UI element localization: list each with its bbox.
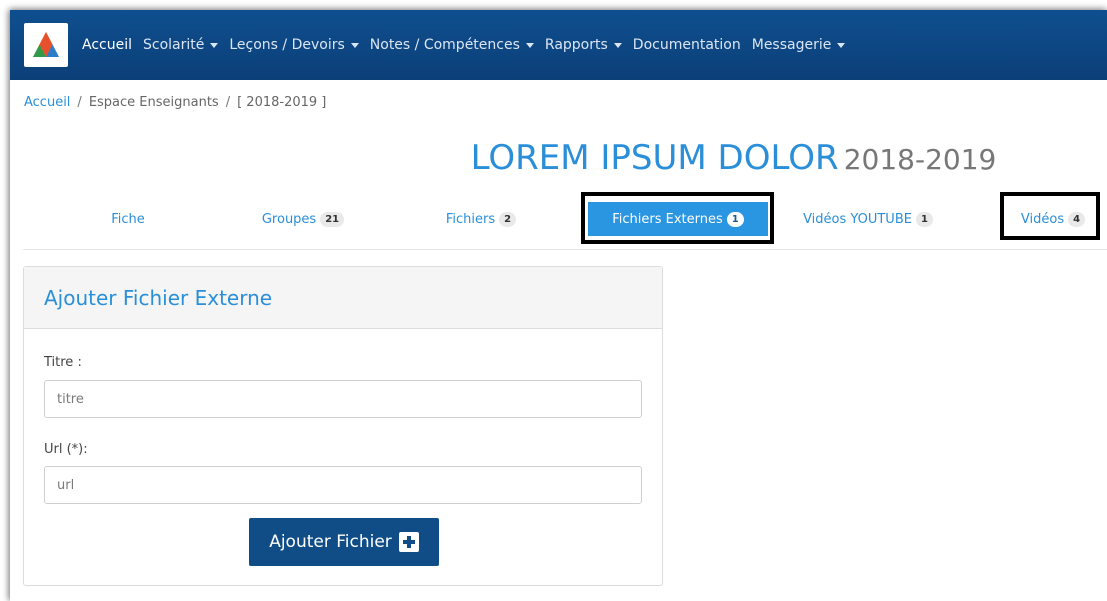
breadcrumb-separator: /	[77, 95, 82, 110]
caret-down-icon	[210, 42, 219, 48]
page-title: LOREM IPSUM DOLOR 2018-2019	[10, 138, 1107, 178]
tab-count-badge: 1	[915, 211, 933, 227]
tab-label: Vidéos YOUTUBE	[803, 211, 912, 227]
tab-bar: Fiche Groupes 21 Fichiers 2 Fichiers Ext…	[23, 192, 1107, 250]
tab-videos-youtube[interactable]: Vidéos YOUTUBE 1	[788, 202, 948, 236]
nav-item-accueil[interactable]: Accueil	[82, 37, 132, 53]
caret-down-icon	[350, 42, 359, 48]
nav-item-documentation[interactable]: Documentation	[633, 37, 741, 53]
url-input[interactable]	[44, 466, 642, 504]
tab-fiche[interactable]: Fiche	[63, 202, 193, 236]
caret-down-icon	[613, 42, 622, 48]
nav-item-notes-competences[interactable]: Notes / Compétences	[370, 37, 534, 53]
nav-label: Leçons / Devoirs	[229, 37, 345, 53]
url-field-label: Url (*):	[44, 442, 88, 457]
nav-item-messagerie[interactable]: Messagerie	[752, 37, 846, 53]
breadcrumb-section: Espace Enseignants	[88, 95, 219, 110]
nav-label: Rapports	[544, 37, 608, 53]
triangle-logo-icon	[33, 32, 59, 57]
top-navbar: Accueil Scolarité Leçons / Devoirs Notes…	[10, 10, 1107, 80]
add-file-button[interactable]: Ajouter Fichier	[249, 518, 439, 566]
app-logo[interactable]	[24, 23, 68, 67]
title-input[interactable]	[44, 380, 642, 418]
page-title-main: LOREM IPSUM DOLOR	[470, 138, 839, 178]
nav-item-lecons-devoirs[interactable]: Leçons / Devoirs	[229, 37, 359, 53]
nav-item-rapports[interactable]: Rapports	[545, 37, 622, 53]
panel-heading: Ajouter Fichier Externe	[24, 267, 662, 329]
add-file-button-label: Ajouter Fichier	[269, 532, 392, 552]
app-window: Accueil Scolarité Leçons / Devoirs Notes…	[10, 10, 1107, 601]
tab-label: Groupes	[261, 211, 317, 227]
highlight-box	[581, 192, 774, 244]
tab-count-badge: 21	[320, 211, 345, 227]
tab-label: Fiche	[111, 211, 145, 227]
breadcrumb-home-link[interactable]: Accueil	[24, 95, 70, 110]
highlight-box	[1000, 192, 1100, 240]
nav-label: Documentation	[632, 37, 741, 53]
nav-label: Scolarité	[143, 37, 205, 53]
tab-groupes[interactable]: Groupes 21	[238, 202, 368, 236]
title-field-label: Titre :	[44, 355, 82, 370]
breadcrumb-year: [ 2018-2019 ]	[237, 95, 327, 110]
tab-count-badge: 2	[499, 211, 517, 227]
caret-down-icon	[525, 42, 534, 48]
tab-label: Fichiers	[445, 211, 496, 227]
nav-label: Accueil	[82, 37, 132, 53]
plus-square-icon	[398, 532, 419, 552]
breadcrumb-separator: /	[225, 95, 231, 110]
nav-label: Notes / Compétences	[369, 37, 520, 53]
page-title-year: 2018-2019	[843, 143, 997, 176]
add-external-file-panel: Ajouter Fichier Externe Titre : Url (*):…	[23, 266, 663, 586]
nav-item-scolarite[interactable]: Scolarité	[143, 37, 219, 53]
breadcrumb: Accueil / Espace Enseignants / [ 2018-20…	[24, 95, 326, 110]
caret-down-icon	[837, 42, 846, 48]
nav-label: Messagerie	[751, 37, 832, 53]
tab-fichiers[interactable]: Fichiers 2	[416, 202, 546, 236]
nav-menu: Accueil Scolarité Leçons / Devoirs Notes…	[82, 37, 856, 53]
